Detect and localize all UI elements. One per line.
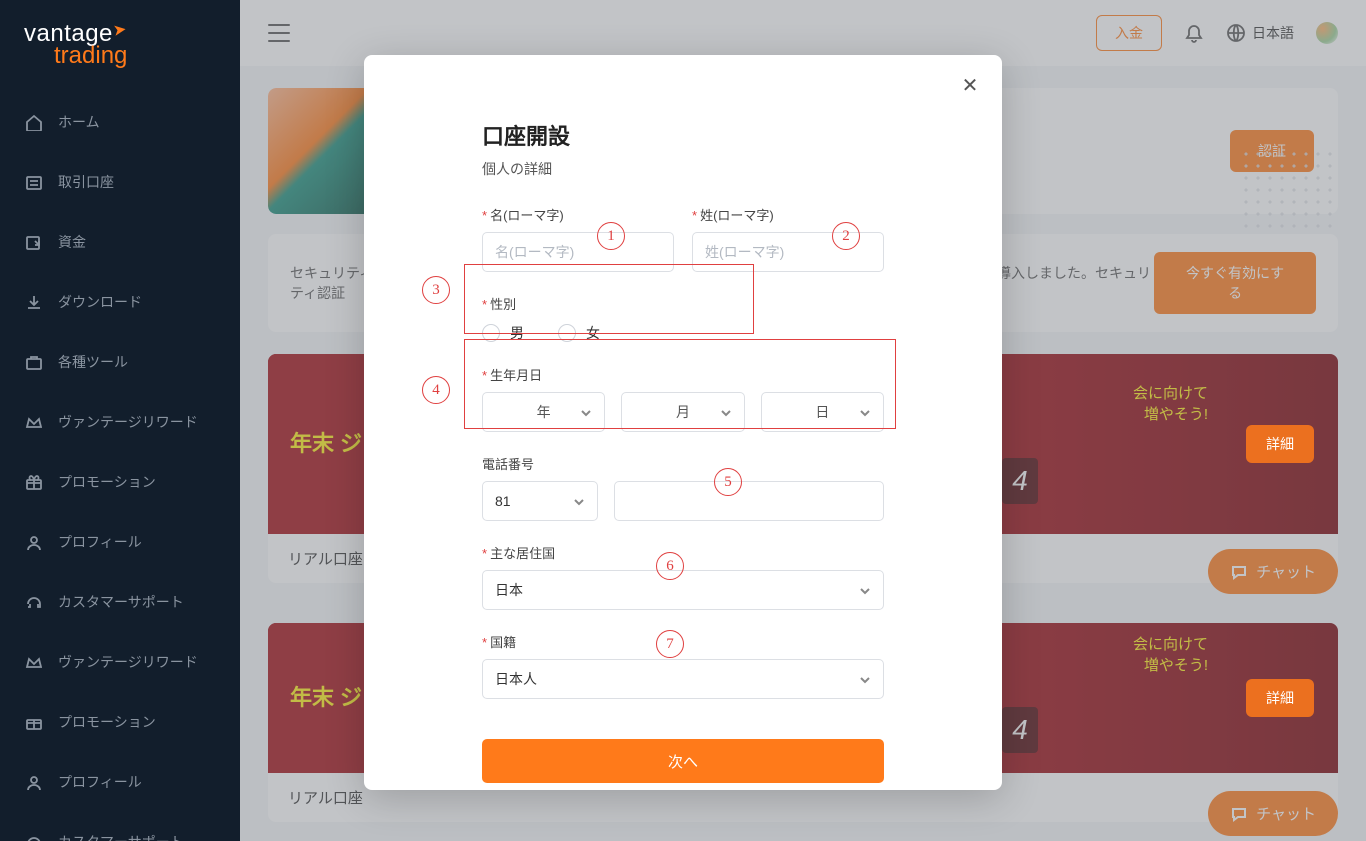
sidebar-item-promo-2[interactable]: プロモーション bbox=[0, 692, 240, 752]
bell-icon[interactable] bbox=[1184, 23, 1204, 43]
logo-arrow-icon: ➤ bbox=[112, 19, 129, 41]
verify-button[interactable]: 認証 bbox=[1230, 130, 1314, 172]
sidebar-item-home[interactable]: ホーム bbox=[0, 92, 240, 152]
detail-button[interactable]: 詳細 bbox=[1246, 425, 1314, 463]
phone-prefix-select[interactable]: 81 bbox=[482, 481, 598, 521]
banner-image bbox=[268, 88, 366, 214]
open-account-modal: ✕ 口座開設 個人の詳細 *名(ローマ字) *姓(ローマ字) *性別 男 女 *… bbox=[364, 55, 1002, 790]
sidebar-item-label: 各種ツール bbox=[58, 352, 128, 372]
chat-button[interactable]: チャット bbox=[1208, 549, 1338, 594]
export-icon bbox=[24, 233, 42, 251]
card-hero-tag: 会に向けて増やそう! bbox=[1133, 633, 1208, 675]
chevron-down-icon bbox=[720, 406, 732, 418]
chat-label: チャット bbox=[1256, 561, 1316, 582]
topbar-right: 入金 日本語 bbox=[1096, 15, 1338, 51]
sidebar-item-label: プロフィール bbox=[58, 772, 142, 792]
sidebar-item-label: プロモーション bbox=[58, 472, 156, 492]
sidebar-item-promo[interactable]: プロモーション bbox=[0, 452, 240, 512]
hamburger-icon[interactable] bbox=[268, 24, 290, 42]
sidebar-item-funds[interactable]: 資金 bbox=[0, 212, 240, 272]
dob-year-select[interactable]: 年 bbox=[482, 392, 605, 432]
sidebar: vantage➤ trading ホーム 取引口座 資金 ダウンロード 各種ツー… bbox=[0, 0, 240, 841]
sidebar-item-label: カスタマーサポート bbox=[58, 832, 184, 841]
chat-icon bbox=[1230, 563, 1248, 581]
crown-icon bbox=[24, 413, 42, 431]
bag-icon bbox=[24, 353, 42, 371]
last-name-label: *姓(ローマ字) bbox=[692, 205, 884, 224]
last-name-input[interactable] bbox=[692, 232, 884, 272]
country-select[interactable]: 日本 bbox=[482, 570, 884, 610]
person-icon bbox=[24, 533, 42, 551]
first-name-input[interactable] bbox=[482, 232, 674, 272]
gender-label: *性別 bbox=[482, 294, 884, 313]
language-switch[interactable]: 日本語 bbox=[1226, 23, 1294, 43]
chevron-down-icon bbox=[859, 406, 871, 418]
phone-input[interactable] bbox=[614, 481, 884, 521]
chevron-down-icon bbox=[859, 673, 871, 685]
chevron-down-icon bbox=[573, 495, 585, 507]
download-icon bbox=[24, 293, 42, 311]
modal-title: 口座開設 bbox=[482, 119, 884, 151]
modal-subtitle: 個人の詳細 bbox=[482, 159, 884, 179]
sidebar-item-label: 資金 bbox=[58, 232, 86, 252]
phone-label: 電話番号 bbox=[482, 454, 884, 473]
dob-label: *生年月日 bbox=[482, 365, 884, 384]
home-icon bbox=[24, 113, 42, 131]
enable-button[interactable]: 今すぐ有効にする bbox=[1154, 252, 1316, 314]
sidebar-item-label: カスタマーサポート bbox=[58, 592, 184, 612]
globe-icon bbox=[1226, 23, 1246, 43]
notice-text: セキュリティ bbox=[290, 265, 373, 281]
card-hero-tag: 会に向けて増やそう! bbox=[1133, 382, 1208, 424]
chat-icon bbox=[1230, 805, 1248, 823]
sidebar-item-download[interactable]: ダウンロード bbox=[0, 272, 240, 332]
avatar[interactable] bbox=[1316, 22, 1338, 44]
list-icon bbox=[24, 173, 42, 191]
sidebar-item-accounts[interactable]: 取引口座 bbox=[0, 152, 240, 212]
next-button[interactable]: 次へ bbox=[482, 739, 884, 783]
gift-icon bbox=[24, 473, 42, 491]
sidebar-item-support[interactable]: カスタマーサポート bbox=[0, 572, 240, 632]
person-icon bbox=[24, 773, 42, 791]
sidebar-item-reward-2[interactable]: ヴァンテージリワード bbox=[0, 632, 240, 692]
sidebar-item-profile-2[interactable]: プロフィール bbox=[0, 752, 240, 812]
deposit-button[interactable]: 入金 bbox=[1096, 15, 1162, 51]
first-name-label: *名(ローマ字) bbox=[482, 205, 674, 224]
sidebar-item-profile[interactable]: プロフィール bbox=[0, 512, 240, 572]
dob-day-select[interactable]: 日 bbox=[761, 392, 884, 432]
sidebar-item-label: プロモーション bbox=[58, 712, 156, 732]
sidebar-item-label: 取引口座 bbox=[58, 172, 114, 192]
sidebar-item-label: プロフィール bbox=[58, 532, 142, 552]
chat-label: チャット bbox=[1256, 803, 1316, 824]
headset-icon bbox=[24, 593, 42, 611]
gender-radio-male[interactable]: 男 bbox=[482, 323, 524, 343]
chevron-down-icon bbox=[859, 584, 871, 596]
close-icon[interactable]: ✕ bbox=[958, 73, 982, 97]
crown-icon bbox=[24, 653, 42, 671]
chat-button[interactable]: チャット bbox=[1208, 791, 1338, 836]
sidebar-item-label: ヴァンテージリワード bbox=[58, 652, 198, 672]
detail-button[interactable]: 詳細 bbox=[1246, 679, 1314, 717]
nationality-select[interactable]: 日本人 bbox=[482, 659, 884, 699]
gender-radio-female[interactable]: 女 bbox=[558, 323, 600, 343]
language-label: 日本語 bbox=[1252, 23, 1294, 43]
nationality-label: *国籍 bbox=[482, 632, 884, 651]
logo: vantage➤ trading bbox=[0, 0, 240, 92]
chevron-down-icon bbox=[580, 406, 592, 418]
gift-icon bbox=[24, 713, 42, 731]
sidebar-item-label: ダウンロード bbox=[58, 292, 142, 312]
country-label: *主な居住国 bbox=[482, 543, 884, 562]
sidebar-item-support-2[interactable]: カスタマーサポート bbox=[0, 812, 240, 841]
sidebar-item-label: ヴァンテージリワード bbox=[58, 412, 198, 432]
sidebar-item-reward[interactable]: ヴァンテージリワード bbox=[0, 392, 240, 452]
headset-icon bbox=[24, 833, 42, 841]
dob-month-select[interactable]: 月 bbox=[621, 392, 744, 432]
sidebar-item-label: ホーム bbox=[58, 112, 100, 132]
sidebar-item-tools[interactable]: 各種ツール bbox=[0, 332, 240, 392]
